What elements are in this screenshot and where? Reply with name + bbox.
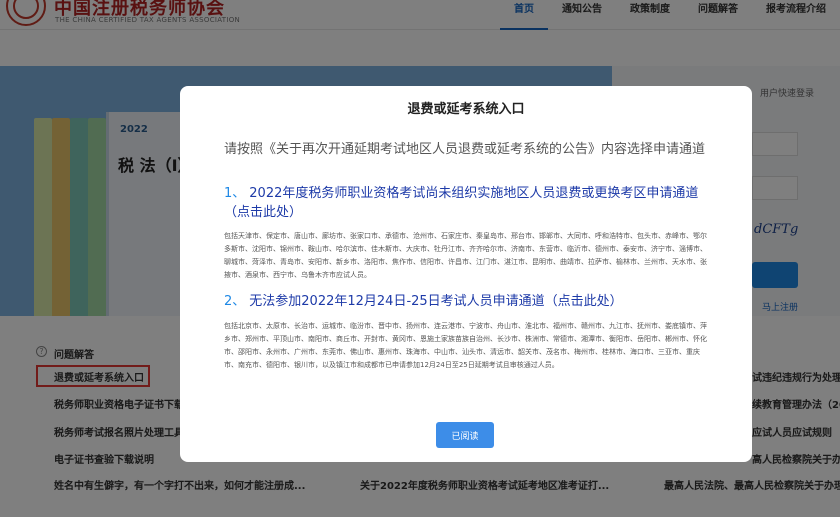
section-1-cities: 包括天津市、保定市、唐山市、廊坊市、张家口市、承德市、沧州市、石家庄市、秦皇岛市…: [224, 232, 707, 279]
modal-intro: 请按照《关于再次开通延期考试地区人员退费或延考系统的公告》内容选择申请通道: [224, 142, 706, 157]
section-2-link[interactable]: 无法参加2022年12月24日-25日考试人员申请通道（点击此处）: [249, 294, 622, 309]
section-1-heading: 1、 2022年度税务师职业资格考试尚未组织实施地区人员退费或更换考区申请通道（点…: [224, 184, 724, 222]
section-2-number: 2、: [224, 294, 246, 309]
section-2-cities: 包括北京市、太原市、长治市、运城市、临汾市、晋中市、扬州市、连云港市、宁波市、舟…: [224, 322, 707, 369]
section-1-number: 1、: [224, 186, 246, 201]
section-1-link[interactable]: 2022年度税务师职业资格考试尚未组织实施地区人员退费或更换考区申请通道（点击此…: [224, 186, 698, 220]
refund-modal: 退费或延考系统入口 请按照《关于再次开通延期考试地区人员退费或延考系统的公告》内…: [180, 86, 752, 462]
modal-title: 退费或延考系统入口: [407, 102, 525, 117]
section-2-heading: 2、 无法参加2022年12月24日-25日考试人员申请通道（点击此处）: [224, 292, 724, 311]
acknowledge-button[interactable]: 已阅读: [436, 422, 494, 448]
